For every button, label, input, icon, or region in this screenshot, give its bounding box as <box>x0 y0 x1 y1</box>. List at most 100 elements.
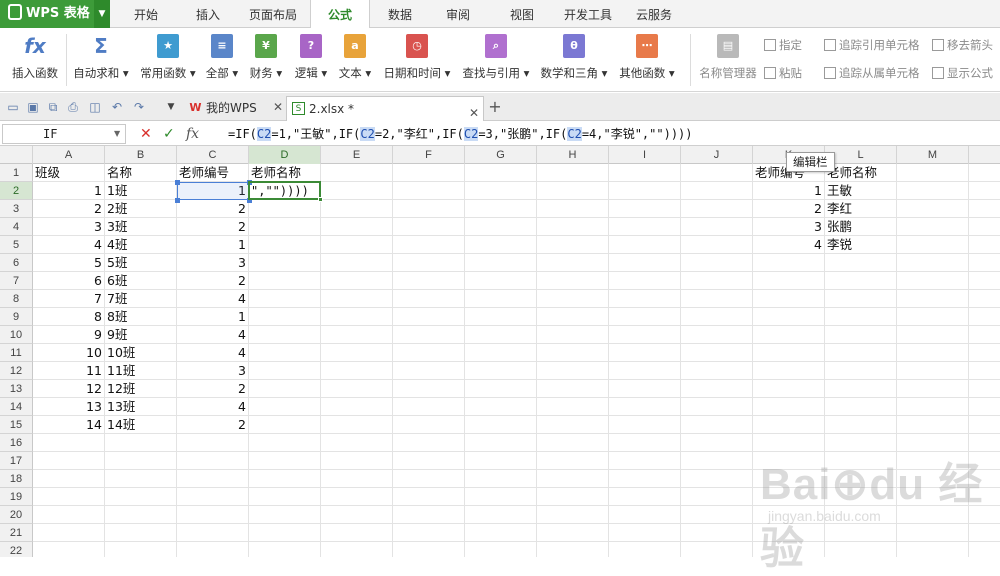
empty-cell[interactable] <box>105 488 177 506</box>
column-header-D[interactable]: D <box>249 146 321 164</box>
column-header-E[interactable]: E <box>321 146 393 164</box>
empty-cell[interactable] <box>393 290 465 308</box>
open-folder-icon[interactable]: ▭ <box>6 100 20 114</box>
empty-cell[interactable] <box>753 308 825 326</box>
cell-A4[interactable]: 3 <box>33 218 105 236</box>
insert-function-icon[interactable]: fx <box>186 125 199 143</box>
empty-cell[interactable] <box>465 200 537 218</box>
empty-cell[interactable] <box>609 218 681 236</box>
empty-cell[interactable] <box>681 254 753 272</box>
empty-cell[interactable] <box>969 488 1000 506</box>
empty-cell[interactable] <box>609 272 681 290</box>
cell-B2[interactable]: 1班 <box>105 182 177 200</box>
empty-cell[interactable] <box>393 308 465 326</box>
cell-B7[interactable]: 6班 <box>105 272 177 290</box>
empty-cell[interactable] <box>753 272 825 290</box>
empty-cell[interactable] <box>897 326 969 344</box>
empty-cell[interactable] <box>969 200 1000 218</box>
empty-cell[interactable] <box>969 182 1000 200</box>
cell-L2[interactable]: 王敏 <box>825 182 897 200</box>
empty-cell[interactable] <box>969 290 1000 308</box>
empty-cell[interactable] <box>177 506 249 524</box>
empty-cell[interactable] <box>393 218 465 236</box>
row-header-14[interactable]: 14 <box>0 398 33 416</box>
empty-cell[interactable] <box>537 488 609 506</box>
empty-cell[interactable] <box>969 434 1000 452</box>
empty-cell[interactable] <box>321 416 393 434</box>
row-header-3[interactable]: 3 <box>0 200 33 218</box>
empty-cell[interactable] <box>321 344 393 362</box>
empty-cell[interactable] <box>825 326 897 344</box>
empty-cell[interactable] <box>465 506 537 524</box>
name-box-dropdown-icon[interactable]: ▼ <box>114 129 120 138</box>
row-header-20[interactable]: 20 <box>0 506 33 524</box>
ribbon-small-button-3[interactable]: 追踪从属单元格 <box>824 64 920 82</box>
cell-L3[interactable]: 李红 <box>825 200 897 218</box>
row-header-6[interactable]: 6 <box>0 254 33 272</box>
empty-cell[interactable] <box>825 344 897 362</box>
cell-A3[interactable]: 2 <box>33 200 105 218</box>
empty-cell[interactable] <box>897 416 969 434</box>
cell-C7[interactable]: 2 <box>177 272 249 290</box>
empty-cell[interactable] <box>465 398 537 416</box>
empty-cell[interactable] <box>465 488 537 506</box>
empty-cell[interactable] <box>393 524 465 542</box>
cell-C12[interactable]: 3 <box>177 362 249 380</box>
cell-C9[interactable]: 1 <box>177 308 249 326</box>
cell-C2[interactable]: 1 <box>177 182 249 200</box>
empty-cell[interactable] <box>681 506 753 524</box>
cell-B10[interactable]: 9班 <box>105 326 177 344</box>
cell-L1[interactable]: 老师名称 <box>825 164 897 182</box>
empty-cell[interactable] <box>969 470 1000 488</box>
empty-cell[interactable] <box>537 506 609 524</box>
empty-cell[interactable] <box>753 434 825 452</box>
cell-C1[interactable]: 老师编号 <box>177 164 249 182</box>
empty-cell[interactable] <box>897 398 969 416</box>
column-header-B[interactable]: B <box>105 146 177 164</box>
empty-cell[interactable] <box>897 218 969 236</box>
new-tab-icon[interactable]: + <box>488 99 502 115</box>
empty-cell[interactable] <box>681 344 753 362</box>
empty-cell[interactable] <box>609 452 681 470</box>
empty-cell[interactable] <box>753 254 825 272</box>
empty-cell[interactable] <box>609 398 681 416</box>
empty-cell[interactable] <box>825 416 897 434</box>
empty-cell[interactable] <box>609 290 681 308</box>
empty-cell[interactable] <box>249 344 321 362</box>
empty-cell[interactable] <box>321 434 393 452</box>
empty-cell[interactable] <box>753 344 825 362</box>
ribbon-small-button-2[interactable]: 追踪引用单元格 <box>824 36 920 54</box>
empty-cell[interactable] <box>969 380 1000 398</box>
empty-cell[interactable] <box>609 200 681 218</box>
empty-cell[interactable] <box>465 308 537 326</box>
empty-cell[interactable] <box>249 236 321 254</box>
empty-cell[interactable] <box>609 470 681 488</box>
row-header-8[interactable]: 8 <box>0 290 33 308</box>
empty-cell[interactable] <box>897 254 969 272</box>
empty-cell[interactable] <box>321 524 393 542</box>
row-header-11[interactable]: 11 <box>0 344 33 362</box>
empty-cell[interactable] <box>177 434 249 452</box>
empty-cell[interactable] <box>897 182 969 200</box>
ribbon-button-11[interactable]: ▤ 名称管理器 <box>696 32 760 88</box>
empty-cell[interactable] <box>105 542 177 557</box>
empty-cell[interactable] <box>825 452 897 470</box>
empty-cell[interactable] <box>249 362 321 380</box>
empty-cell[interactable] <box>537 308 609 326</box>
cell-L4[interactable]: 张鹏 <box>825 218 897 236</box>
cell-A12[interactable]: 11 <box>33 362 105 380</box>
empty-cell[interactable] <box>681 434 753 452</box>
empty-cell[interactable] <box>609 254 681 272</box>
empty-cell[interactable] <box>177 524 249 542</box>
cell-C6[interactable]: 3 <box>177 254 249 272</box>
cell-C15[interactable]: 2 <box>177 416 249 434</box>
empty-cell[interactable] <box>465 236 537 254</box>
app-menu-dropdown-button[interactable]: ▼ <box>94 0 110 28</box>
empty-cell[interactable] <box>321 380 393 398</box>
column-header-F[interactable]: F <box>393 146 465 164</box>
cell-C10[interactable]: 4 <box>177 326 249 344</box>
empty-cell[interactable] <box>969 164 1000 182</box>
empty-cell[interactable] <box>393 398 465 416</box>
empty-cell[interactable] <box>825 524 897 542</box>
empty-cell[interactable] <box>897 308 969 326</box>
